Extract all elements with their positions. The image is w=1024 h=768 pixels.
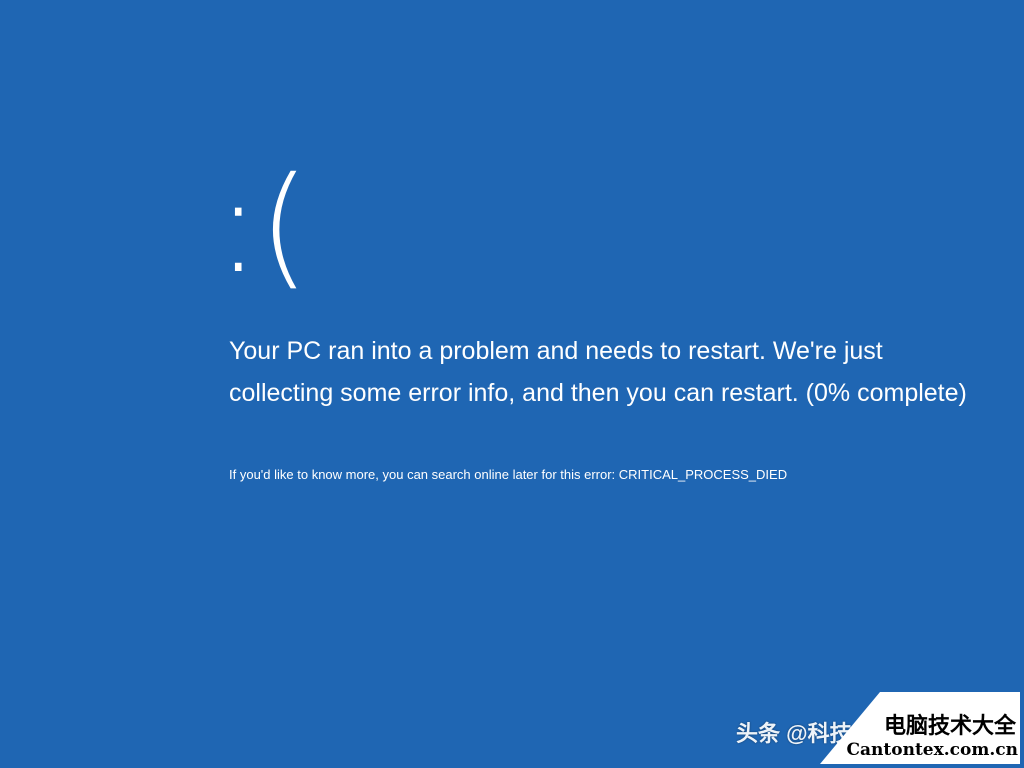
blue-screen: :( Your PC ran into a problem and needs … — [0, 0, 1024, 768]
badge-title: 电脑技术大全 — [883, 713, 1016, 739]
badge-url: Cantontex.com.cn — [846, 740, 1019, 760]
sad-face-emoticon: :( — [216, 149, 310, 303]
site-watermark-badge: 电脑技术大全 Cantontex.com.cn — [820, 692, 1020, 764]
error-detail: If you'd like to know more, you can sear… — [229, 467, 788, 482]
error-message: Your PC ran into a problem and needs to … — [229, 337, 967, 407]
